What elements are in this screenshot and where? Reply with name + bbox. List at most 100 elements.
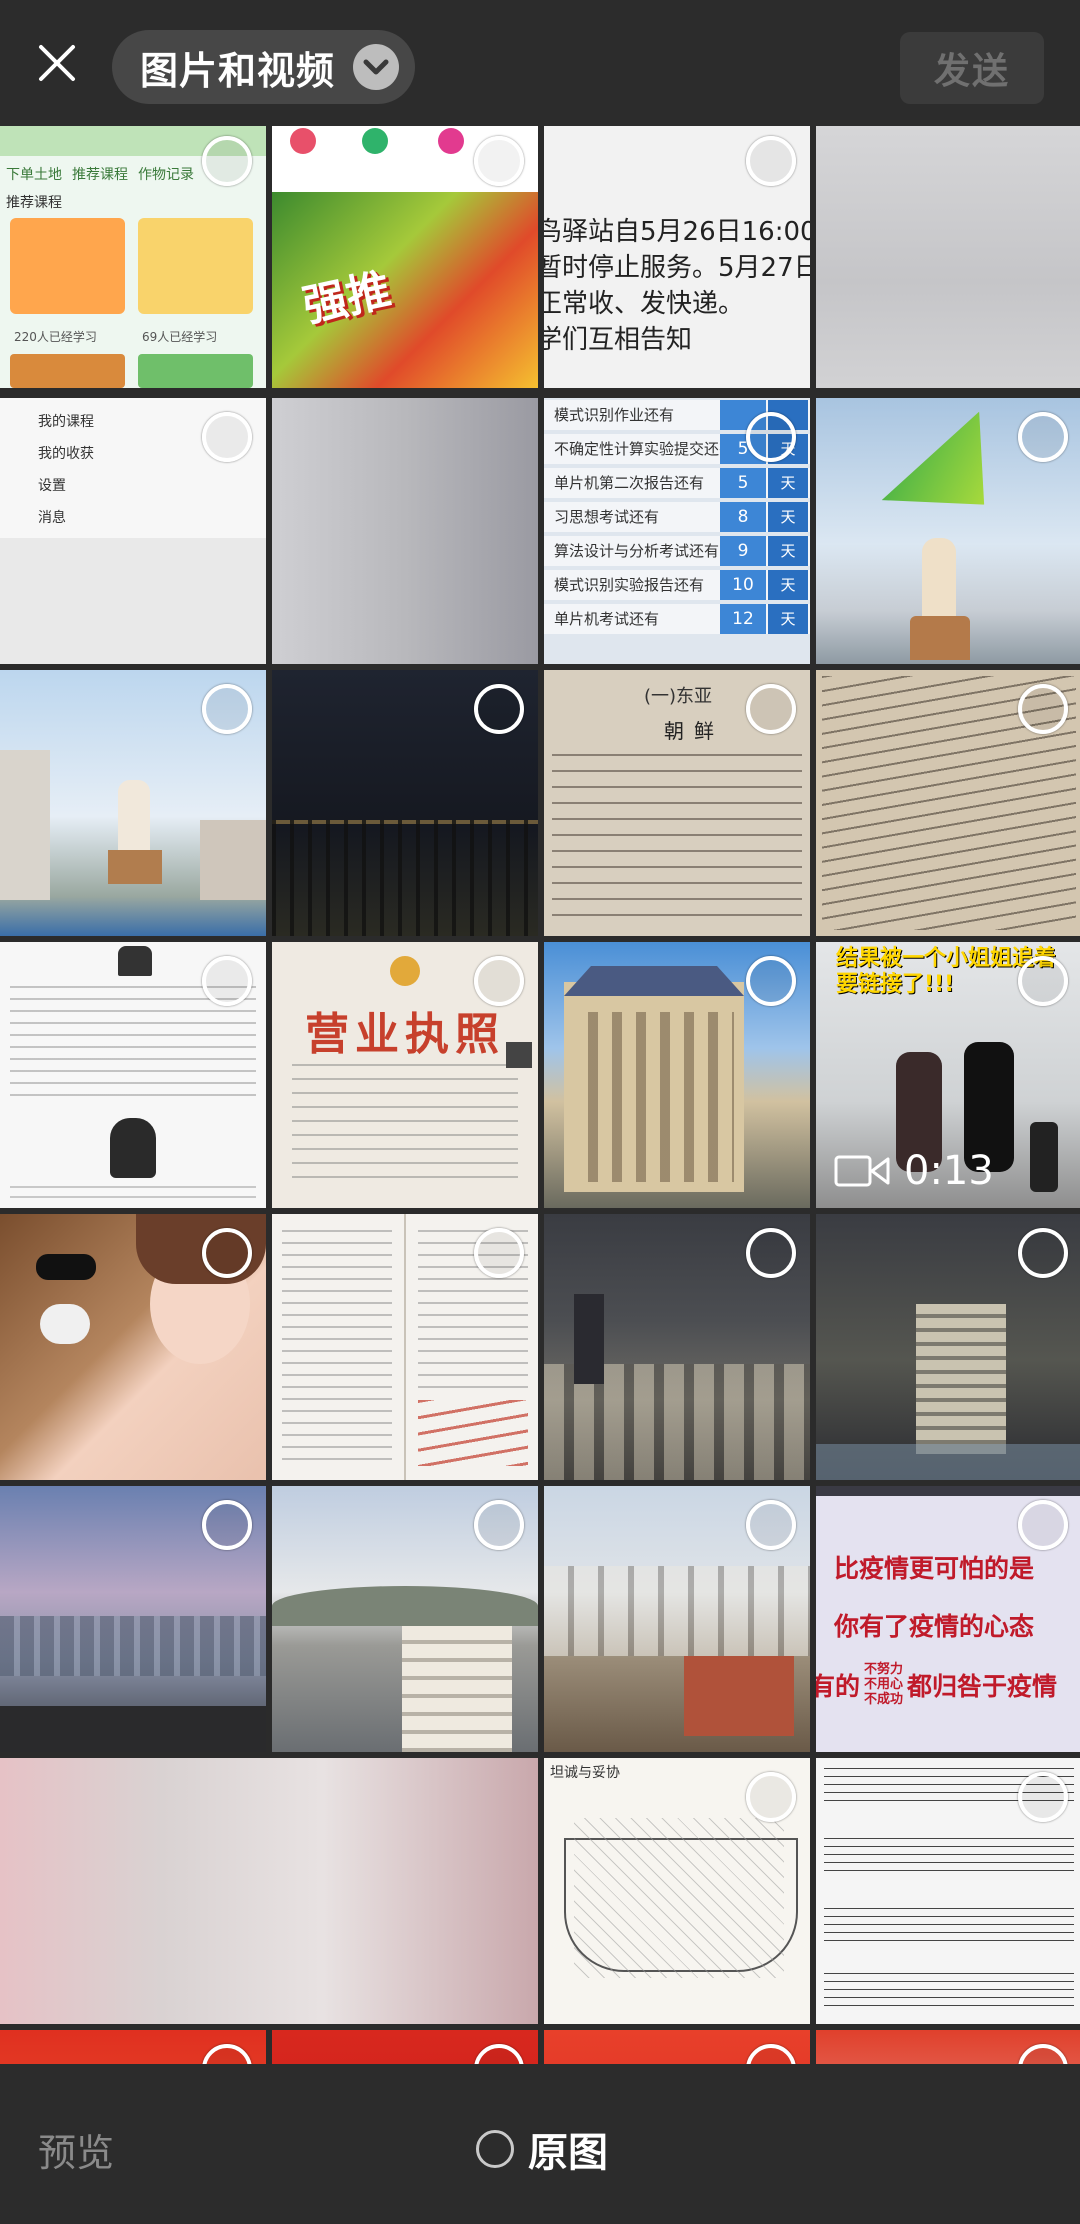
tab-label: 下单土地 [6, 167, 62, 183]
media-tile[interactable] [272, 1486, 538, 1752]
media-tile[interactable] [272, 398, 538, 664]
page-subheading: (一)东亚 [644, 686, 713, 707]
slide-small-text: 不努力 [864, 1662, 904, 1677]
media-tile[interactable] [544, 942, 810, 1208]
video-info: 0:13 [834, 1148, 994, 1194]
countdown-row: 算法设计与分析考试还有 9 天 [544, 536, 810, 566]
media-tile[interactable]: 强推 [272, 126, 538, 388]
select-checkbox[interactable] [746, 136, 796, 186]
media-tile[interactable]: 模式识别作业还有 不确定性计算实验提交还有 5 天单片机第二次报告还有 5 天习思想考试还… [544, 398, 810, 664]
media-tile[interactable]: 我的课程 我的收获 设置 消息 [0, 398, 266, 664]
radio-unchecked-icon[interactable] [476, 2130, 514, 2168]
select-checkbox[interactable] [746, 1500, 796, 1550]
media-tile[interactable] [544, 1486, 810, 1752]
countdown-days: 9 [720, 536, 766, 566]
media-tile[interactable] [544, 2030, 810, 2064]
media-tile[interactable]: 比疫情更可怕的是 你有了疫情的心态 有的 不努力 不用心 不成功 都归咎于疫情 [816, 1486, 1080, 1752]
menu-item: 消息 [38, 510, 66, 526]
select-checkbox[interactable] [1018, 1228, 1068, 1278]
close-icon [39, 45, 75, 81]
countdown-days: 12 [720, 604, 766, 634]
media-tile[interactable] [816, 398, 1080, 664]
video-camera-icon [834, 1155, 890, 1187]
countdown-unit: 天 [768, 502, 808, 532]
notice-line: 正常收、发快递。 [544, 289, 745, 319]
countdown-label: 模式识别作业还有 [554, 406, 675, 424]
media-grid: 下单土地 推荐课程 作物记录 推荐课程 220人已经学习 69人已经学习 强推 [0, 126, 1080, 2064]
select-checkbox[interactable] [474, 1228, 524, 1278]
countdown-days: 8 [720, 502, 766, 532]
select-checkbox[interactable] [474, 1500, 524, 1550]
select-checkbox[interactable] [746, 684, 796, 734]
media-tile[interactable] [816, 126, 1080, 388]
select-checkbox[interactable] [746, 1772, 796, 1822]
select-checkbox[interactable] [202, 136, 252, 186]
countdown-label: 不确定性计算实验提交还有 [554, 440, 735, 458]
select-checkbox[interactable] [202, 412, 252, 462]
media-tile[interactable] [816, 1214, 1080, 1480]
media-tile[interactable]: (一)东亚 朝鲜 [544, 670, 810, 936]
menu-item: 我的课程 [38, 414, 94, 430]
select-checkbox[interactable] [1018, 684, 1068, 734]
select-checkbox[interactable] [746, 412, 796, 462]
album-selector[interactable]: 图片和视频 [112, 30, 416, 104]
tab-label: 推荐课程 [72, 167, 128, 183]
preview-button[interactable]: 预览 [38, 2122, 114, 2177]
close-button[interactable] [20, 26, 94, 100]
media-tile[interactable]: 坦诚与妥协 [544, 1758, 810, 2024]
select-checkbox[interactable] [202, 956, 252, 1006]
countdown-row: 单片机第二次报告还有 5 天 [544, 468, 810, 498]
notice-line: 学们互相告知 [544, 325, 693, 355]
media-tile[interactable] [0, 1758, 538, 2024]
media-tile[interactable] [272, 1214, 538, 1480]
media-tile[interactable] [816, 670, 1080, 936]
media-tile[interactable]: 鸟驿站自5月26日16:00 暂时停止服务。5月27日 正常收、发快递。 学们互… [544, 126, 810, 388]
media-tile[interactable]: 营业执照 [272, 942, 538, 1208]
original-image-toggle[interactable]: 原图 [476, 2120, 608, 2178]
notice-line: 鸟驿站自5月26日16:00 [544, 217, 810, 247]
slide-small-text: 不成功 [864, 1692, 904, 1707]
media-tile[interactable] [0, 1486, 266, 1752]
select-checkbox[interactable] [746, 1228, 796, 1278]
section-title: 推荐课程 [6, 195, 62, 211]
license-title: 营业执照 [305, 1009, 505, 1060]
select-checkbox[interactable] [1018, 1772, 1068, 1822]
select-checkbox[interactable] [202, 684, 252, 734]
media-tile[interactable]: 下单土地 推荐课程 作物记录 推荐课程 220人已经学习 69人已经学习 [0, 126, 266, 388]
media-tile[interactable] [0, 670, 266, 936]
select-checkbox[interactable] [202, 1228, 252, 1278]
select-checkbox[interactable] [746, 956, 796, 1006]
page-heading: 朝鲜 [664, 719, 724, 743]
select-checkbox[interactable] [474, 956, 524, 1006]
media-tile[interactable] [816, 2030, 1080, 2064]
send-button[interactable]: 发送 [900, 32, 1044, 104]
countdown-unit: 天 [768, 468, 808, 498]
comic-title: 坦诚与妥协 [550, 1765, 620, 1781]
countdown-label: 模式识别实验报告还有 [554, 576, 705, 594]
countdown-row: 模式识别实验报告还有 10 天 [544, 570, 810, 600]
select-checkbox[interactable] [202, 1500, 252, 1550]
countdown-row: 习思想考试还有 8 天 [544, 502, 810, 532]
select-checkbox[interactable] [474, 684, 524, 734]
countdown-row: 单片机考试还有 12 天 [544, 604, 810, 634]
select-checkbox[interactable] [1018, 956, 1068, 1006]
media-tile[interactable]: 结果被一个小姐姐追着要链接了!!! 0:13 [816, 942, 1080, 1208]
media-tile[interactable] [0, 2030, 266, 2064]
media-tile[interactable] [544, 1214, 810, 1480]
countdown-unit: 天 [768, 536, 808, 566]
select-checkbox[interactable] [1018, 412, 1068, 462]
countdown-days: 5 [720, 468, 766, 498]
bottom-bar: 预览 原图 [0, 2064, 1080, 2224]
select-checkbox[interactable] [474, 136, 524, 186]
media-tile[interactable] [0, 942, 266, 1208]
countdown-label: 习思想考试还有 [554, 508, 660, 526]
media-tile[interactable] [0, 1214, 266, 1480]
thumbnail-image [272, 398, 538, 664]
slide-line: 比疫情更可怕的是 [834, 1554, 1035, 1583]
media-tile[interactable] [272, 2030, 538, 2064]
select-checkbox[interactable] [1018, 1500, 1068, 1550]
countdown-label: 算法设计与分析考试还有 [554, 542, 720, 560]
menu-item: 设置 [38, 478, 66, 494]
media-tile[interactable] [816, 1758, 1080, 2024]
media-tile[interactable] [272, 670, 538, 936]
